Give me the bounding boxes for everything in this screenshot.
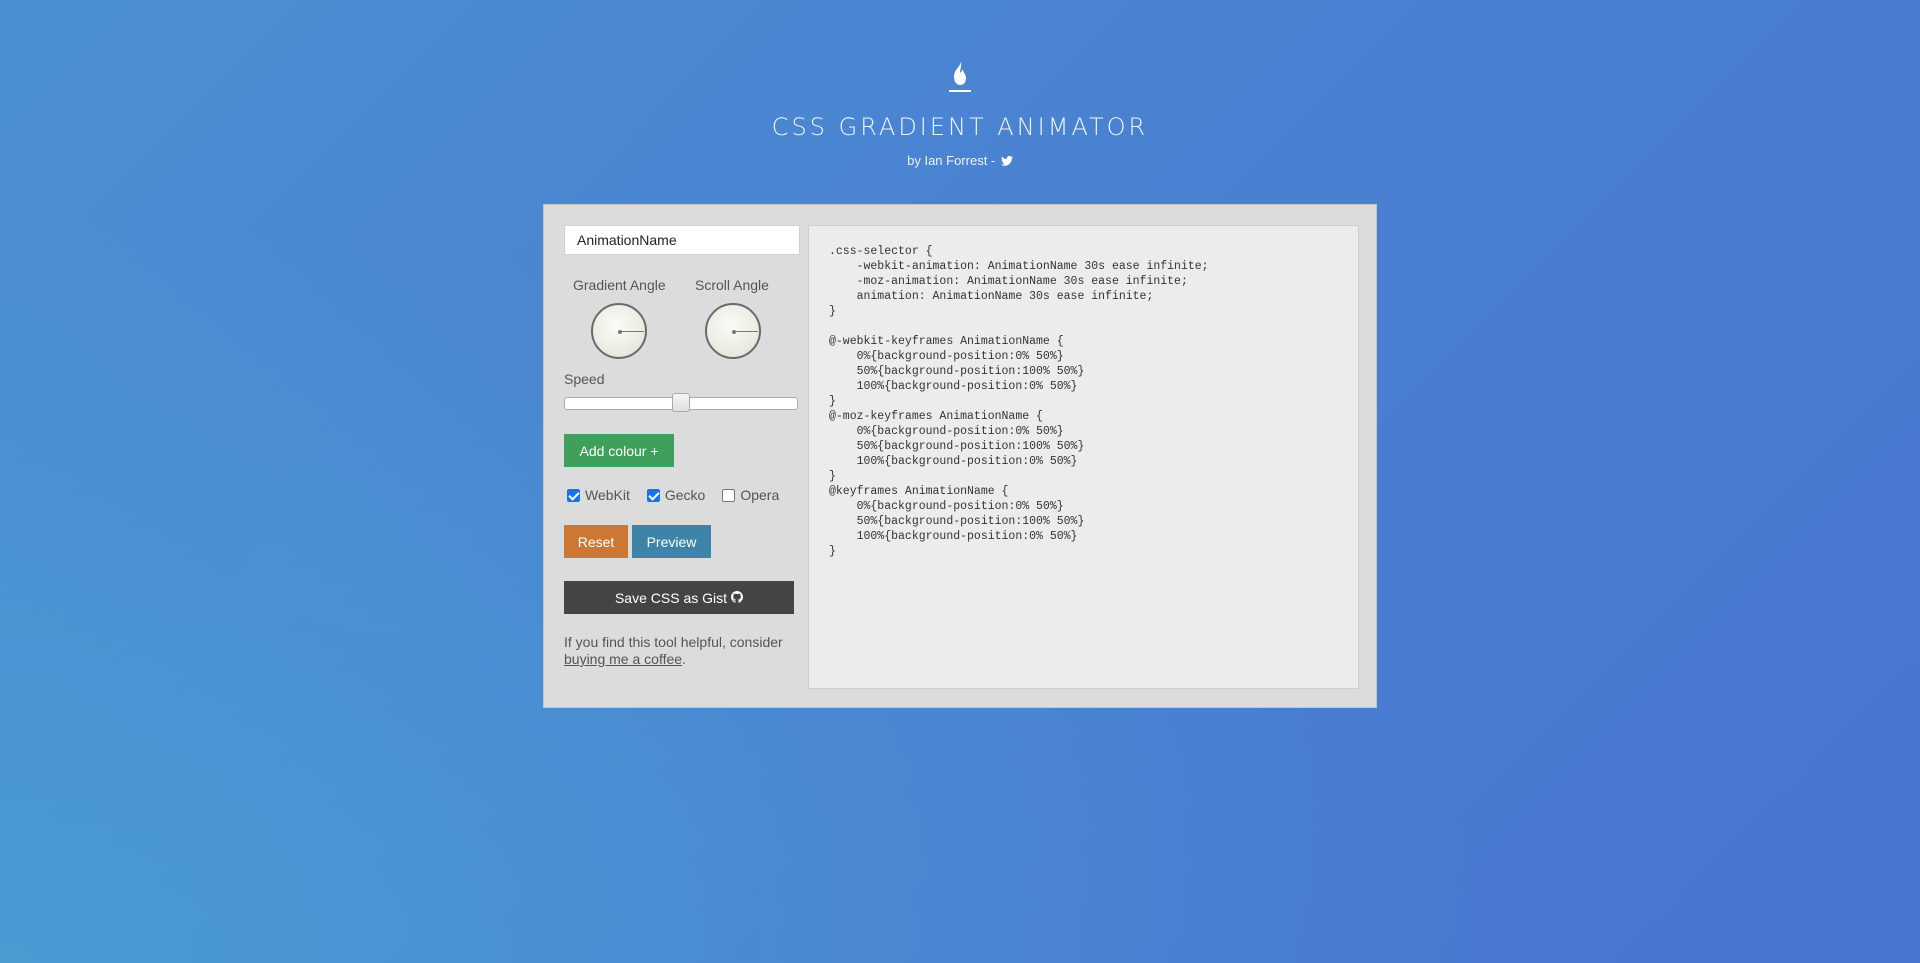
dial-needle [620, 331, 644, 332]
scroll-angle-label: Scroll Angle [695, 277, 769, 293]
save-gist-label: Save CSS as Gist [614, 589, 728, 606]
save-gist-button[interactable]: Save CSS as Gist [564, 581, 794, 614]
page-header: CSS GRADIENT ANIMATOR by Ian Forrest - [0, 60, 1920, 169]
speed-slider[interactable] [564, 393, 798, 412]
page-title: CSS GRADIENT ANIMATOR [771, 113, 1149, 141]
buy-coffee-link[interactable]: buying me a coffee [564, 651, 682, 667]
css-output-box[interactable]: .css-selector { -webkit-animation: Anima… [808, 225, 1359, 689]
flame-icon [945, 60, 975, 96]
gradient-angle-label: Gradient Angle [573, 277, 666, 293]
angle-dials: Gradient Angle Scroll Angle [564, 255, 800, 365]
speed-label: Speed [564, 371, 605, 387]
controls-column: Gradient Angle Scroll Angle Speed Add co… [564, 225, 800, 668]
support-note-text: If you find this tool helpful, consider [564, 634, 783, 650]
twitter-icon[interactable] [1000, 154, 1013, 169]
checkbox-label: Opera [740, 487, 780, 503]
animation-name-input[interactable] [564, 225, 800, 255]
support-note: If you find this tool helpful, consider … [564, 634, 800, 668]
webkit-checkbox[interactable]: WebKit [564, 487, 630, 503]
opera-checkbox[interactable]: Opera [719, 487, 779, 503]
checkbox-box[interactable] [722, 488, 736, 502]
preview-button[interactable]: Preview [632, 525, 711, 558]
byline: by Ian Forrest - [0, 153, 1920, 169]
gecko-checkbox[interactable]: Gecko [644, 487, 705, 503]
generator-panel: Gradient Angle Scroll Angle Speed Add co… [543, 204, 1377, 708]
dial-needle [734, 331, 758, 332]
checkbox-box[interactable] [646, 488, 660, 502]
author-credit: by Ian Forrest - [907, 153, 996, 168]
action-buttons: Reset Preview [564, 525, 800, 558]
vendor-checkboxes: WebKit Gecko Opera [564, 487, 800, 503]
speed-slider-handle[interactable] [672, 393, 690, 412]
scroll-angle-dial[interactable] [705, 303, 761, 359]
checkbox-box[interactable] [567, 488, 580, 502]
gradient-angle-dial[interactable] [591, 303, 647, 359]
checkbox-label: WebKit [585, 487, 630, 503]
checkbox-label: Gecko [664, 487, 706, 503]
reset-button[interactable]: Reset [564, 525, 628, 558]
add-colour-button[interactable]: Add colour + [564, 434, 674, 467]
note-period: . [682, 651, 686, 667]
github-icon [731, 590, 744, 606]
css-output-code: .css-selector { -webkit-animation: Anima… [829, 245, 1209, 558]
